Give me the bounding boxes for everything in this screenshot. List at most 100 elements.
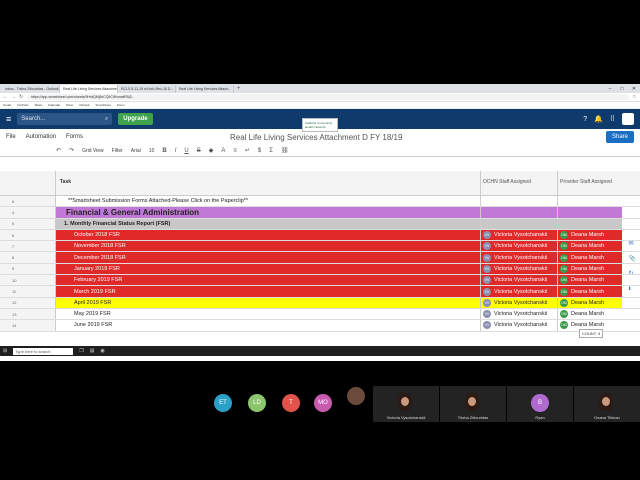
- bookmark-item[interactable]: Zoom: [117, 103, 125, 107]
- bookmark-item[interactable]: YouTube: [17, 103, 29, 107]
- wrap-text-icon[interactable]: ↵: [245, 147, 250, 154]
- provider-cell[interactable]: DM Deana Marsh: [558, 275, 622, 286]
- task-cell[interactable]: January 2019 FSR: [56, 263, 481, 275]
- ochn-cell[interactable]: VV Victoria Vysotchanskii: [481, 252, 558, 263]
- ochn-cell[interactable]: VV Victoria Vysotchanskii: [481, 297, 558, 308]
- windows-start-icon[interactable]: ⊞: [3, 348, 7, 354]
- chrome-icon[interactable]: ◉: [100, 348, 104, 354]
- table-row[interactable]: 5 1. Monthly Financial Status Report (FS…: [0, 218, 640, 230]
- task-cell[interactable]: May 2019 FSR: [56, 308, 481, 320]
- ochn-cell[interactable]: VV Victoria Vysotchanskii: [481, 263, 558, 275]
- redo-icon[interactable]: ↷: [69, 147, 74, 154]
- view-selector[interactable]: Grid View: [82, 148, 104, 154]
- browser-tab[interactable]: Real Life Living Services Attach...: [176, 85, 234, 93]
- table-row[interactable]: 10 February 2019 FSR VV Victoria Vysotcha…: [0, 275, 640, 287]
- provider-cell[interactable]: [558, 196, 622, 206]
- font-select[interactable]: Arial: [131, 148, 141, 154]
- upgrade-button[interactable]: Upgrade: [118, 113, 153, 125]
- task-cell[interactable]: March 2019 FSR: [56, 286, 481, 297]
- forward-icon[interactable]: →: [11, 94, 16, 100]
- participant-bubble[interactable]: T: [282, 394, 300, 412]
- notifications-icon[interactable]: 🔔: [594, 115, 603, 123]
- bookmark-item[interactable]: Outlook: [79, 103, 89, 107]
- underline-icon[interactable]: U: [184, 148, 188, 154]
- participant-tile[interactable]: B Ryan: [507, 386, 573, 422]
- participant-tile[interactable]: Trisha Zitiouridas: [440, 386, 506, 422]
- ochn-cell[interactable]: [481, 218, 558, 229]
- undo-icon[interactable]: ↶: [56, 147, 61, 154]
- bookmark-item[interactable]: Gmail: [3, 103, 11, 107]
- task-cell[interactable]: June 2019 FSR: [56, 320, 481, 331]
- table-row[interactable]: 5 **Smartsheet Submission Forms Attached…: [0, 196, 640, 208]
- participant-tile[interactable]: Victoria Vysotchanskii: [373, 386, 439, 422]
- back-icon[interactable]: ←: [3, 94, 8, 100]
- table-row[interactable]: 13 May 2019 FSR VV Victoria Vysotchanskii…: [0, 308, 640, 321]
- bookmark-item[interactable]: Maps: [35, 103, 42, 107]
- browser-tab[interactable]: Inbox - Trisha Zitiouridas - Outlook: [2, 85, 60, 93]
- column-header-provider[interactable]: Provider Staff Assigned: [558, 171, 622, 195]
- explorer-icon[interactable]: ▤: [90, 348, 95, 354]
- task-cell-section[interactable]: Financial & General Administration: [56, 207, 481, 218]
- strikethrough-icon[interactable]: S: [197, 148, 201, 154]
- task-cell[interactable]: December 2018 FSR: [56, 252, 481, 263]
- maximize-icon[interactable]: □: [616, 85, 628, 93]
- table-row[interactable]: 11 March 2019 FSR VV Victoria Vysotchansk…: [0, 286, 640, 298]
- table-row[interactable]: 4 Financial & General Administration: [0, 207, 640, 219]
- ochn-cell[interactable]: [481, 207, 558, 218]
- filter-button[interactable]: Filter: [112, 148, 123, 154]
- text-color-icon[interactable]: A: [221, 148, 225, 154]
- table-row[interactable]: 9 January 2019 FSR VV Victoria Vysotchans…: [0, 263, 640, 276]
- font-size-select[interactable]: 10: [149, 148, 155, 154]
- provider-cell[interactable]: DM Deana Marsh: [558, 286, 622, 297]
- align-left-icon[interactable]: ≡: [233, 148, 237, 154]
- apps-icon[interactable]: ⠿: [610, 115, 615, 123]
- table-row[interactable]: 12 April 2019 FSR VV Victoria Vysotchansk…: [0, 297, 640, 309]
- provider-cell[interactable]: DM Deana Marsh: [558, 263, 622, 275]
- bold-icon[interactable]: B: [162, 148, 166, 154]
- provider-cell[interactable]: [558, 207, 622, 218]
- ochn-cell[interactable]: VV Victoria Vysotchanskii: [481, 308, 558, 320]
- participant-bubble[interactable]: LD: [248, 394, 266, 412]
- star-icon[interactable]: ☆: [632, 94, 637, 100]
- participant-bubble[interactable]: MO: [314, 394, 332, 412]
- search-input[interactable]: Search... ⌕: [17, 113, 113, 125]
- taskbar-search[interactable]: Type here to search: [13, 347, 74, 355]
- share-button[interactable]: Share: [605, 131, 634, 143]
- provider-cell[interactable]: [558, 218, 622, 229]
- bookmark-item[interactable]: Calendar: [48, 103, 60, 107]
- task-cell[interactable]: February 2019 FSR: [56, 275, 481, 286]
- table-row[interactable]: 14 June 2019 FSR VV Victoria Vysotchanski…: [0, 320, 640, 332]
- minimize-icon[interactable]: –: [604, 85, 616, 93]
- italic-icon[interactable]: I: [175, 148, 177, 154]
- url-input[interactable]: https://app.smartsheet.com/sheets/9HrdQM…: [27, 94, 629, 100]
- ochn-cell[interactable]: VV Victoria Vysotchanskii: [481, 286, 558, 297]
- ochn-cell[interactable]: VV Victoria Vysotchanskii: [481, 241, 558, 252]
- sum-icon[interactable]: Σ: [269, 148, 273, 154]
- menu-forms[interactable]: Forms: [66, 134, 83, 140]
- participant-tile[interactable]: Deana Tillman: [574, 386, 640, 422]
- task-cell[interactable]: **Smartsheet Submission Forms Attached-P…: [56, 196, 481, 207]
- provider-cell[interactable]: DM Deana Marsh: [558, 241, 622, 252]
- close-icon[interactable]: ✕: [628, 85, 640, 93]
- ochn-cell[interactable]: [481, 196, 558, 207]
- help-icon[interactable]: ?: [583, 116, 587, 123]
- format-icon[interactable]: $: [258, 148, 261, 154]
- ochn-cell[interactable]: VV Victoria Vysotchanskii: [481, 275, 558, 286]
- menu-automation[interactable]: Automation: [26, 134, 56, 140]
- browser-tab[interactable]: RCLS 8-11-19 nil Info-Rec-18 D...: [118, 85, 176, 93]
- table-row[interactable]: 8 December 2018 FSR VV Victoria Vysotchan…: [0, 252, 640, 264]
- menu-icon[interactable]: ≡: [6, 114, 11, 124]
- reload-icon[interactable]: ↻: [19, 94, 24, 100]
- avatar[interactable]: [622, 113, 634, 125]
- fill-color-icon[interactable]: ◆: [209, 147, 214, 154]
- table-row[interactable]: 7 November 2018 FSR VV Victoria Vysotchan…: [0, 241, 640, 253]
- participant-bubble[interactable]: ET: [214, 394, 232, 412]
- task-cell-group[interactable]: 1. Monthly Financial Status Report (FSR): [56, 218, 481, 229]
- browser-tab-active[interactable]: Real Life Living Services Attachme...: [60, 85, 118, 93]
- provider-cell[interactable]: DM Deana Marsh: [558, 229, 622, 241]
- ochn-cell[interactable]: VV Victoria Vysotchanskii: [481, 229, 558, 241]
- bookmark-item[interactable]: Drive: [66, 103, 73, 107]
- column-header-task[interactable]: Task: [56, 171, 481, 195]
- provider-cell[interactable]: DM Deana Marsh: [558, 252, 622, 263]
- link-icon[interactable]: ⛓: [281, 147, 289, 154]
